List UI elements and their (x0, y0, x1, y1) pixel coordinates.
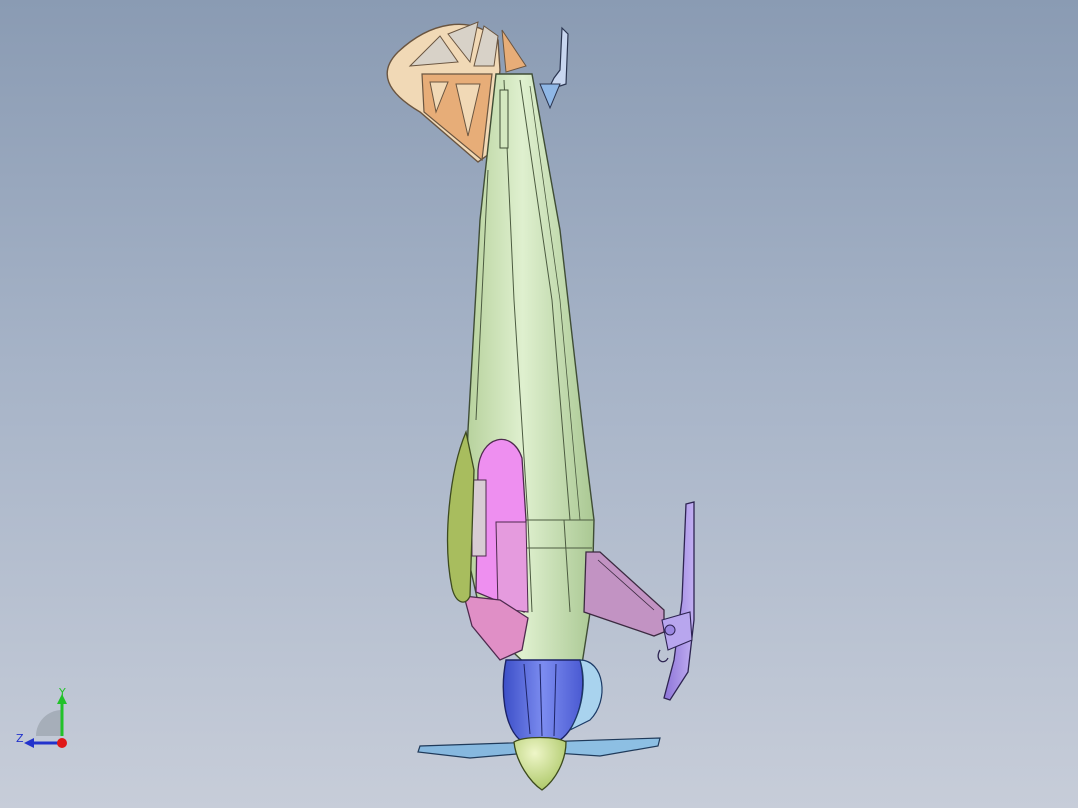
cockpit-side-panel[interactable] (471, 438, 529, 613)
tail-elevator-tip[interactable] (539, 26, 569, 110)
triad-graphic (24, 694, 67, 748)
triad-y-label: Y (59, 686, 66, 699)
landing-gear[interactable] (657, 501, 695, 701)
right-wing[interactable] (583, 551, 665, 637)
wheel-fairing[interactable] (446, 429, 475, 603)
triad-z-label: Z (16, 732, 24, 745)
3d-viewport[interactable]: Y Z (0, 0, 1078, 808)
aircraft-model[interactable] (0, 0, 1078, 808)
propeller-spinner[interactable] (513, 736, 567, 791)
engine-cowling[interactable] (502, 659, 603, 741)
view-orientation-triad[interactable]: Y Z (12, 686, 82, 756)
